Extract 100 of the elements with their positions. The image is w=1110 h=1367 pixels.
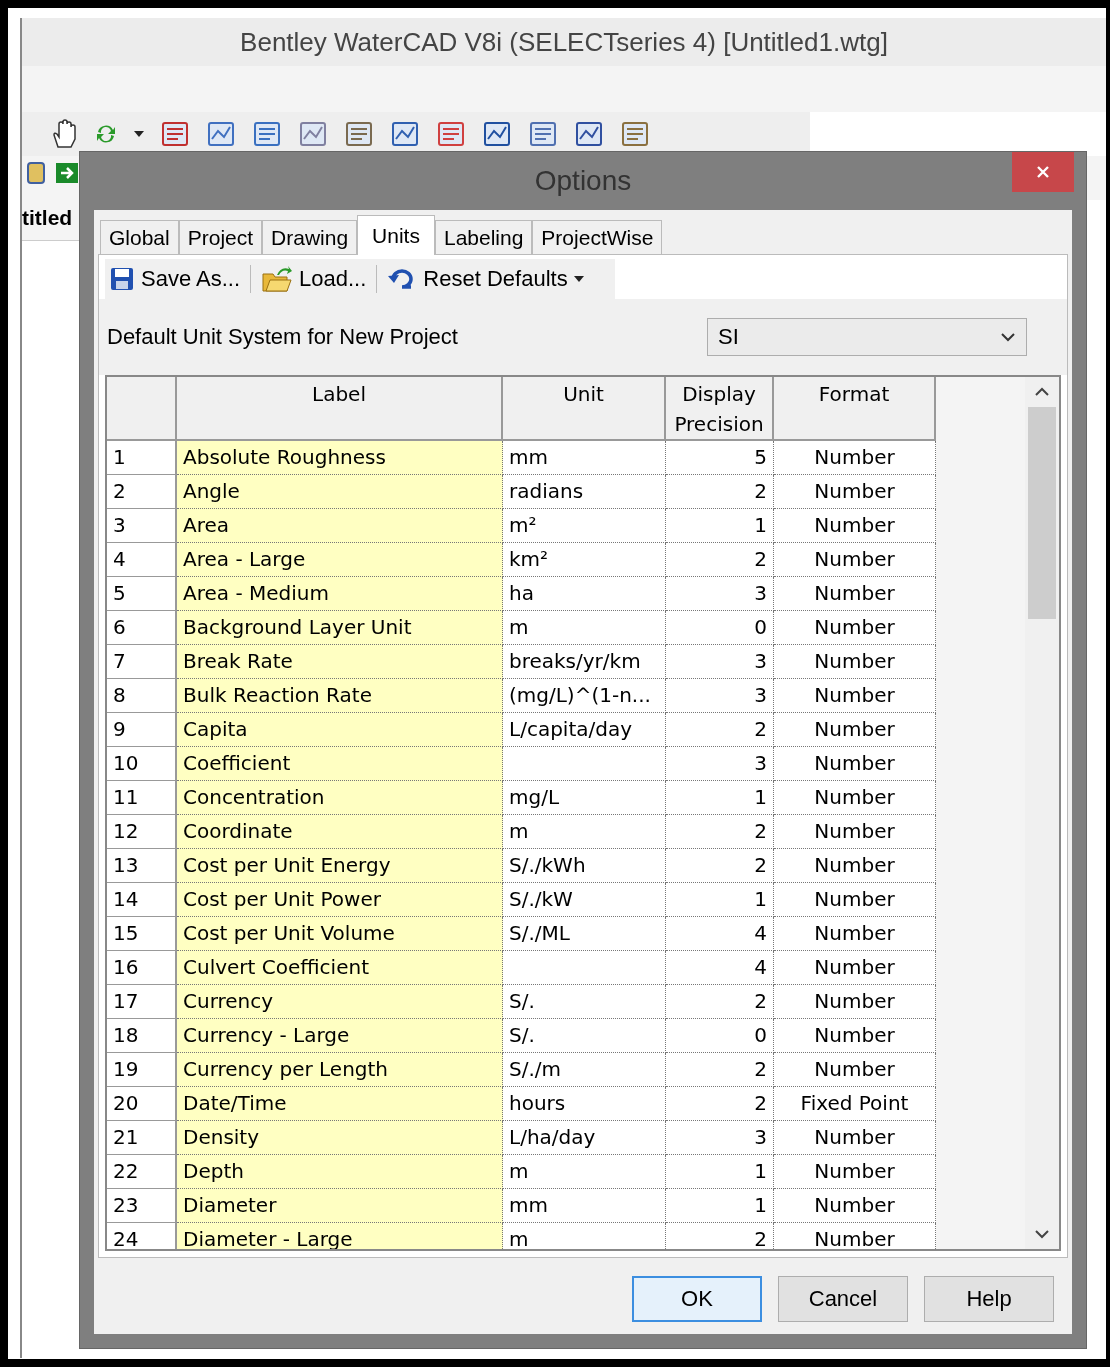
table-cell: 3 [666, 645, 774, 679]
toolbar-icon[interactable] [160, 119, 190, 149]
table-cell: 1 [666, 1189, 774, 1223]
row-number: 15 [107, 917, 177, 951]
table-cell: Number [774, 815, 936, 849]
column-header[interactable]: Label [177, 377, 503, 441]
table-cell: L/ha/day [503, 1121, 666, 1155]
tab[interactable]: Labeling [434, 220, 533, 254]
scroll-up-icon[interactable] [1034, 387, 1050, 397]
toolbar-icon[interactable] [482, 119, 512, 149]
table-cell: Number [774, 1223, 936, 1249]
toolbar-icon[interactable] [344, 119, 374, 149]
close-icon [1035, 164, 1051, 180]
document-tab[interactable]: titled [22, 200, 82, 241]
row-number: 3 [107, 509, 177, 543]
table-cell: Depth [177, 1155, 503, 1189]
column-header[interactable]: Display Precision [666, 377, 774, 441]
table-cell: 2 [666, 985, 774, 1019]
close-button[interactable] [1012, 152, 1074, 192]
table-cell: 1 [666, 781, 774, 815]
column-header[interactable]: Format [774, 377, 936, 441]
table-cell: Number [774, 849, 936, 883]
row-number: 17 [107, 985, 177, 1019]
table-cell: S/. [503, 985, 666, 1019]
toolbar-icon[interactable] [298, 119, 328, 149]
table-cell: Area - Large [177, 543, 503, 577]
scrollbar[interactable] [1025, 377, 1059, 1249]
table-cell: m² [503, 509, 666, 543]
table-cell: Cost per Unit Energy [177, 849, 503, 883]
toolbar-icon[interactable] [54, 160, 80, 186]
caret-icon[interactable] [134, 131, 144, 137]
tab[interactable]: ProjectWise [532, 220, 663, 254]
table-cell: breaks/yr/km [503, 645, 666, 679]
scroll-down-icon[interactable] [1034, 1229, 1050, 1239]
table-cell: Coefficient [177, 747, 503, 781]
dialog-button[interactable]: OK [632, 1276, 762, 1322]
folder-icon [261, 264, 294, 294]
table-cell: 0 [666, 1019, 774, 1053]
toolbar-button[interactable]: Load... [257, 262, 371, 296]
table-cell: 2 [666, 815, 774, 849]
toolbar-icon[interactable] [390, 119, 420, 149]
toolbar-icon[interactable] [252, 119, 282, 149]
dialog-button[interactable]: Help [924, 1276, 1054, 1322]
scroll-thumb[interactable] [1028, 407, 1056, 619]
table-cell: Number [774, 679, 936, 713]
hand-icon[interactable] [50, 119, 78, 149]
tab[interactable]: Project [178, 220, 263, 254]
toolbar-icon[interactable] [528, 119, 558, 149]
dialog-title: Options [534, 165, 632, 197]
table-cell: m [503, 611, 666, 645]
table-cell: Number [774, 645, 936, 679]
table-cell: L/capita/day [503, 713, 666, 747]
tab[interactable]: Units [357, 215, 435, 255]
table-cell: Number [774, 781, 936, 815]
toolbar-icon[interactable] [574, 119, 604, 149]
table-cell: 1 [666, 509, 774, 543]
tab[interactable]: Drawing [262, 220, 358, 254]
tab[interactable]: Global [100, 220, 179, 254]
table-cell: Density [177, 1121, 503, 1155]
toolbar-button[interactable]: Reset Defaults [383, 264, 588, 294]
table-cell: 2 [666, 1053, 774, 1087]
row-number: 23 [107, 1189, 177, 1223]
table-cell: 2 [666, 543, 774, 577]
toolbar-icon[interactable] [26, 160, 46, 186]
column-header[interactable]: Unit [503, 377, 666, 441]
table-cell: Number [774, 985, 936, 1019]
table-cell: Number [774, 543, 936, 577]
table-cell: S/./ML [503, 917, 666, 951]
table-cell: Break Rate [177, 645, 503, 679]
table-cell: 5 [666, 441, 774, 475]
toolbar-icon[interactable] [206, 119, 236, 149]
table-cell: Number [774, 747, 936, 781]
row-number: 18 [107, 1019, 177, 1053]
row-number: 11 [107, 781, 177, 815]
table-cell: 2 [666, 1223, 774, 1249]
table-cell: Cost per Unit Volume [177, 917, 503, 951]
table-cell: Absolute Roughness [177, 441, 503, 475]
table-cell: mm [503, 1189, 666, 1223]
table-cell: Number [774, 475, 936, 509]
table-cell: Number [774, 917, 936, 951]
toolbar-icon[interactable] [620, 119, 650, 149]
table-cell: 0 [666, 611, 774, 645]
table-cell: Area [177, 509, 503, 543]
toolbar-button[interactable]: Save As... [105, 264, 245, 294]
table-cell: (mg/L)^(1-n... [503, 679, 666, 713]
toolbar-icon[interactable] [436, 119, 466, 149]
table-cell: hours [503, 1087, 666, 1121]
row-number: 14 [107, 883, 177, 917]
dialog-button[interactable]: Cancel [778, 1276, 908, 1322]
table-cell: S/./kW [503, 883, 666, 917]
table-cell: Number [774, 611, 936, 645]
table-cell: Number [774, 1189, 936, 1223]
table-cell: Date/Time [177, 1087, 503, 1121]
row-number: 2 [107, 475, 177, 509]
table-cell: Number [774, 1053, 936, 1087]
table-cell: Number [774, 713, 936, 747]
row-number: 22 [107, 1155, 177, 1189]
table-cell: ha [503, 577, 666, 611]
table-cell: 3 [666, 747, 774, 781]
unit-system-dropdown[interactable]: SI [707, 318, 1027, 356]
